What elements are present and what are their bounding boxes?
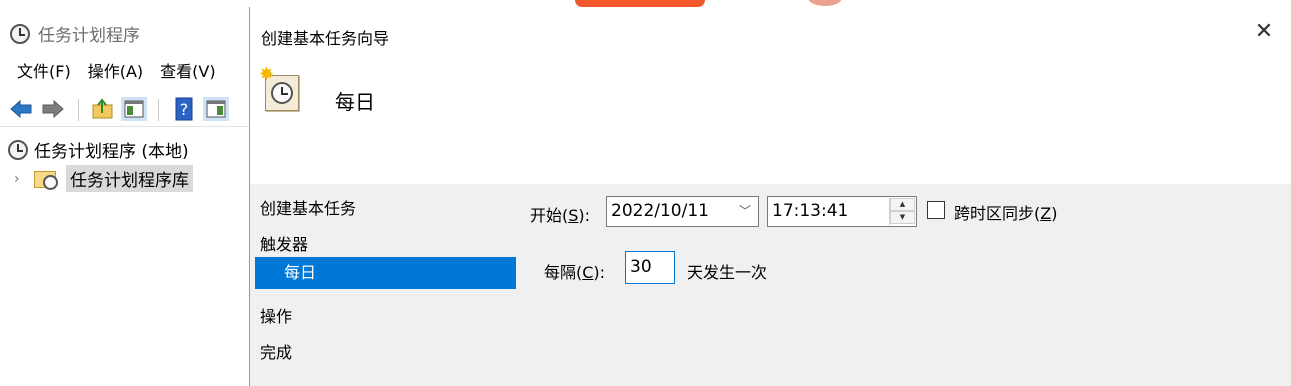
recur-days-input[interactable]: 30 xyxy=(625,251,675,284)
menu-bar: 文件(F) 操作(A) 查看(V) xyxy=(0,61,216,83)
recur-suffix: 天发生一次 xyxy=(687,263,768,282)
window-title-text: 任务计划程序 xyxy=(38,26,140,46)
up-folder-icon[interactable] xyxy=(90,97,116,121)
help-icon[interactable]: ? xyxy=(171,97,197,121)
start-label: 开始(S): xyxy=(530,206,591,225)
wizard-body: 创建基本任务 触发器 每日 操作 完成 开始(S): 2022/10/11 ﹀ … xyxy=(250,184,1291,386)
toolbar-separator xyxy=(78,99,79,121)
recur-label: 每隔(C): xyxy=(544,263,606,282)
svg-text:?: ? xyxy=(180,100,189,119)
task-library-icon xyxy=(34,168,60,190)
menu-view[interactable]: 查看(V) xyxy=(143,61,215,83)
chevron-right-icon[interactable]: › xyxy=(14,171,28,187)
sync-timezone-checkbox[interactable] xyxy=(927,201,945,219)
tree-item-library[interactable]: › 任务计划程序库 xyxy=(14,165,193,192)
sync-timezone-label[interactable]: 跨时区同步(Z) xyxy=(954,200,1057,224)
task-scheduler-window: 任务计划程序 文件(F) 操作(A) 查看(V) ? 任务计划程序 (本地) ›… xyxy=(0,7,250,386)
tree-item-local[interactable]: 任务计划程序 (本地) xyxy=(8,137,189,162)
forward-arrow-icon[interactable] xyxy=(40,97,66,121)
dialog-title: 创建基本任务向导 xyxy=(261,29,390,48)
tree-item-label: 任务计划程序库 xyxy=(66,165,193,192)
wizard-steps: 创建基本任务 触发器 每日 操作 完成 xyxy=(250,184,516,386)
toolbar: ? xyxy=(0,91,250,127)
toolbar-separator xyxy=(158,99,159,121)
close-icon[interactable]: ✕ xyxy=(1253,21,1275,43)
menu-file[interactable]: 文件(F) xyxy=(0,61,71,83)
recur-days-value: 30 xyxy=(630,257,652,277)
start-date-value: 2022/10/11 xyxy=(611,201,709,221)
step-create-task[interactable]: 创建基本任务 xyxy=(260,195,356,219)
action-pane-icon[interactable] xyxy=(203,97,229,121)
create-basic-task-wizard: 创建基本任务向导 ✕ ✸ 每日 创建基本任务 触发器 每日 操作 完成 开始(S… xyxy=(249,7,1291,386)
step-daily[interactable]: 每日 xyxy=(255,257,516,289)
step-finish[interactable]: 完成 xyxy=(260,339,292,363)
chevron-down-icon[interactable]: ﹀ xyxy=(739,197,751,226)
search-button-fragment xyxy=(575,0,705,7)
step-trigger[interactable]: 触发器 xyxy=(260,231,308,255)
show-hide-pane-icon[interactable] xyxy=(121,97,147,121)
spin-up-icon[interactable]: ▲ xyxy=(890,198,915,211)
avatar xyxy=(808,0,842,6)
spin-down-icon[interactable]: ▼ xyxy=(890,211,915,224)
clock-icon xyxy=(8,139,28,160)
step-action[interactable]: 操作 xyxy=(260,303,292,327)
menu-action[interactable]: 操作(A) xyxy=(71,61,143,83)
page-heading: 每日 xyxy=(335,90,375,114)
start-time-picker[interactable]: 17:13:41 ▲ ▼ xyxy=(767,196,917,227)
tree-item-label: 任务计划程序 (本地) xyxy=(34,142,189,162)
time-spinner[interactable]: ▲ ▼ xyxy=(889,198,915,225)
background-app-strip xyxy=(0,0,1291,7)
window-title: 任务计划程序 xyxy=(10,21,140,46)
back-arrow-icon[interactable] xyxy=(8,97,34,121)
start-date-picker[interactable]: 2022/10/11 ﹀ xyxy=(606,196,759,227)
scheduled-task-icon: ✸ xyxy=(259,66,301,113)
clock-icon xyxy=(10,23,30,44)
start-time-value: 17:13:41 xyxy=(772,201,849,221)
